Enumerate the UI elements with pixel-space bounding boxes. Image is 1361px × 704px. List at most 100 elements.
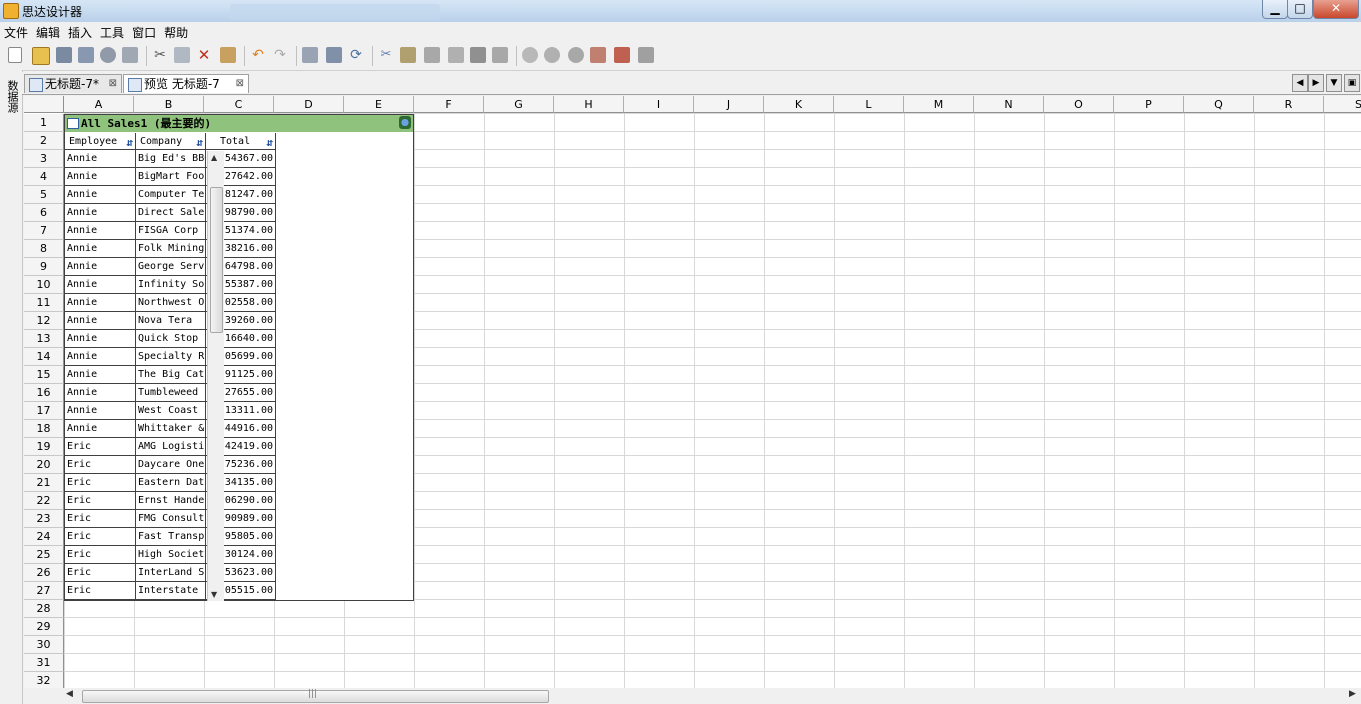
report-cell[interactable]: Eastern Dat: [136, 474, 206, 492]
tab-close-icon[interactable]: ⊠: [109, 75, 117, 93]
column-header-s[interactable]: S: [1324, 96, 1361, 113]
report-cell[interactable]: Annie: [65, 222, 136, 240]
report-cell[interactable]: Quick Stop: [136, 330, 206, 348]
report-cell[interactable]: Folk Mining: [136, 240, 206, 258]
group-icon[interactable]: [522, 47, 538, 63]
row-header-8[interactable]: 8: [24, 240, 64, 258]
scroll-up-icon[interactable]: ▲: [211, 153, 217, 162]
report-cell[interactable]: Tumbleweed: [136, 384, 206, 402]
horizontal-scrollbar-thumb[interactable]: |||: [82, 689, 549, 703]
tab-preview-untitled-7[interactable]: 预览 无标题-7 ⊠: [123, 74, 249, 93]
report-cell[interactable]: Annie: [65, 204, 136, 222]
tab-next-button[interactable]: ▶: [1308, 74, 1324, 92]
row-header-2[interactable]: 2: [24, 132, 64, 150]
report-cell[interactable]: Annie: [65, 312, 136, 330]
column-header-q[interactable]: Q: [1184, 96, 1254, 113]
sort-icon[interactable]: ⇵: [126, 134, 133, 149]
select-all-corner[interactable]: [24, 96, 64, 113]
chart-icon[interactable]: [590, 47, 606, 63]
menu-edit[interactable]: 编辑: [32, 22, 64, 41]
scroll-left-icon[interactable]: ◀: [66, 689, 73, 699]
row-header-28[interactable]: 28: [24, 600, 64, 618]
preview-icon[interactable]: [302, 47, 318, 63]
column-header-e[interactable]: E: [344, 96, 414, 113]
row-header-3[interactable]: 3: [24, 150, 64, 168]
report-cell[interactable]: High Society: [136, 546, 206, 564]
column-header-p[interactable]: P: [1114, 96, 1184, 113]
close-button[interactable]: ✕: [1313, 0, 1359, 19]
report-cell[interactable]: Direct Sale: [136, 204, 206, 222]
column-header-company[interactable]: Company ⇵: [136, 133, 206, 150]
report-cell[interactable]: Annie: [65, 258, 136, 276]
report-cell[interactable]: AMG Logisti: [136, 438, 206, 456]
row-header-18[interactable]: 18: [24, 420, 64, 438]
properties-icon[interactable]: [638, 47, 654, 63]
format-icon[interactable]: [492, 47, 508, 63]
report-cell[interactable]: Eric: [65, 582, 136, 600]
column-header-i[interactable]: I: [624, 96, 694, 113]
insert-column-icon[interactable]: [448, 47, 464, 63]
report-cell[interactable]: Annie: [65, 276, 136, 294]
spreadsheet-grid[interactable]: ABCDEFGHIJKLMNOPQRS 1 2 3 4 5 6 7 8 9 10 11 12 13 14 1…: [24, 96, 1361, 688]
column-header-c[interactable]: C: [204, 96, 274, 113]
column-header-g[interactable]: G: [484, 96, 554, 113]
report-cell[interactable]: InterLand S: [136, 564, 206, 582]
report-cell[interactable]: Specialty R: [136, 348, 206, 366]
refresh-data-icon[interactable]: [399, 116, 411, 129]
report-cell[interactable]: Eric: [65, 492, 136, 510]
row-header-16[interactable]: 16: [24, 384, 64, 402]
row-header-26[interactable]: 26: [24, 564, 64, 582]
report-cell[interactable]: Northwest O: [136, 294, 206, 312]
report-cell[interactable]: Annie: [65, 240, 136, 258]
refresh-icon[interactable]: ⟳: [348, 47, 364, 63]
report-cell[interactable]: The Big Cat: [136, 366, 206, 384]
row-header-19[interactable]: 19: [24, 438, 64, 456]
scroll-down-icon[interactable]: ▼: [211, 590, 217, 599]
row-header-24[interactable]: 24: [24, 528, 64, 546]
row-header-14[interactable]: 14: [24, 348, 64, 366]
column-header-b[interactable]: B: [134, 96, 204, 113]
merge-cells-icon[interactable]: [470, 47, 486, 63]
report-cell[interactable]: George Serv: [136, 258, 206, 276]
row-header-30[interactable]: 30: [24, 636, 64, 654]
row-header-4[interactable]: 4: [24, 168, 64, 186]
ungroup-icon[interactable]: [544, 47, 560, 63]
column-header-a[interactable]: A: [64, 96, 134, 113]
report-cell[interactable]: Annie: [65, 186, 136, 204]
row-header-1[interactable]: 1: [24, 114, 64, 132]
save-icon[interactable]: [56, 47, 72, 63]
row-header-21[interactable]: 21: [24, 474, 64, 492]
print-icon[interactable]: [122, 47, 138, 63]
menu-file[interactable]: 文件: [0, 22, 32, 41]
report-table[interactable]: All Sales1 (最主要的) Employee ⇵ Company ⇵ T…: [64, 114, 414, 601]
horizontal-scrollbar[interactable]: ◀ ||| ▶: [62, 688, 1361, 704]
maximize-button[interactable]: □: [1287, 0, 1313, 19]
column-header-f[interactable]: F: [414, 96, 484, 113]
row-header-12[interactable]: 12: [24, 312, 64, 330]
column-header-total[interactable]: Total ⇵: [206, 133, 276, 150]
row-header-10[interactable]: 10: [24, 276, 64, 294]
report-cell[interactable]: Eric: [65, 528, 136, 546]
report-cell[interactable]: Daycare One: [136, 456, 206, 474]
row-header-13[interactable]: 13: [24, 330, 64, 348]
sort-icon[interactable]: ⇵: [266, 134, 273, 149]
report-cell[interactable]: Interstate: [136, 582, 206, 600]
report-cell[interactable]: Annie: [65, 294, 136, 312]
report-cell[interactable]: Annie: [65, 150, 136, 168]
column-header-k[interactable]: K: [764, 96, 834, 113]
report-cell[interactable]: Eric: [65, 546, 136, 564]
row-header-7[interactable]: 7: [24, 222, 64, 240]
report-vertical-scrollbar[interactable]: ▲ ▼: [207, 151, 224, 601]
row-header-31[interactable]: 31: [24, 654, 64, 672]
tab-untitled-7[interactable]: 无标题-7* ⊠: [24, 74, 122, 93]
menu-help[interactable]: 帮助: [160, 22, 192, 41]
row-header-11[interactable]: 11: [24, 294, 64, 312]
report-cell[interactable]: Annie: [65, 168, 136, 186]
insert-row-icon[interactable]: [424, 47, 440, 63]
tab-list-button[interactable]: ▼: [1326, 74, 1342, 92]
find-icon[interactable]: [326, 47, 342, 63]
row-header-6[interactable]: 6: [24, 204, 64, 222]
column-header-r[interactable]: R: [1254, 96, 1324, 113]
layout-icon[interactable]: [614, 47, 630, 63]
report-cell[interactable]: Eric: [65, 510, 136, 528]
